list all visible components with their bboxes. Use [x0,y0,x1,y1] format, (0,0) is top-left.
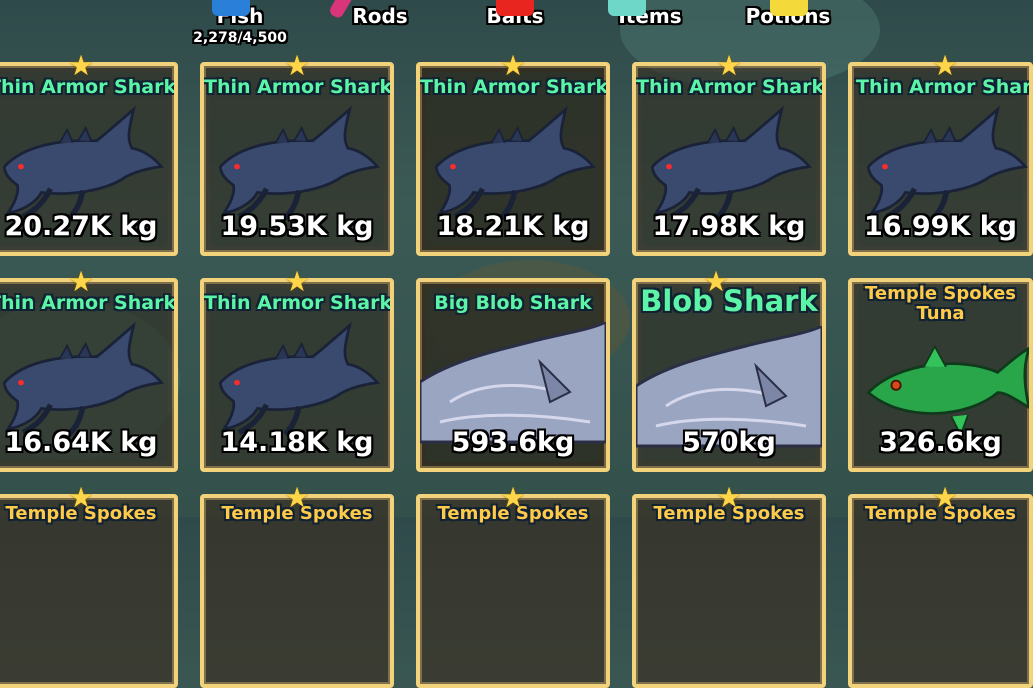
fish-weight: 593.6kg [451,427,575,458]
armor-shark-icon [0,102,174,222]
fish-name: Temple Spokes Tuna [864,283,1016,324]
fish-weight: 16.64K kg [4,427,158,458]
star-icon: ★ [68,481,94,514]
armor-shark-icon [204,102,390,222]
fish-weight: 18.21K kg [436,211,590,242]
fish-card[interactable]: Blob Shark 570kg [632,278,826,472]
rod-tab-icon [327,0,355,20]
fish-card[interactable]: Temple Spokes [200,494,394,688]
top-tab-bar: Fish 2,278/4,500 Rods Baits Items Potion… [0,0,1033,56]
armor-shark-icon [204,318,390,438]
fish-inventory-grid: Thin Armor Shark 20.27K kg ★ Thin Armor … [0,52,1033,688]
fish-weight: 17.98K kg [652,211,806,242]
fish-weight: 16.99K kg [863,211,1017,242]
tab-potions[interactable]: Potions [742,0,834,28]
bait-tab-icon [496,0,534,16]
tab-rods-label: Rods [352,4,408,28]
armor-shark-icon [636,102,822,222]
fish-card[interactable]: Thin Armor Shark 16.64K kg [0,278,178,472]
fish-weight: 326.6kg [879,427,1002,458]
armor-shark-icon [420,102,606,222]
star-icon: ★ [703,265,729,298]
star-icon: ★ [716,49,742,82]
star-icon: ★ [68,49,94,82]
fish-card[interactable]: Temple Spokes [0,494,178,688]
star-icon: ★ [500,49,526,82]
tab-items[interactable]: Items [608,0,688,28]
tab-baits[interactable]: Baits [478,0,552,28]
star-icon: ★ [500,481,526,514]
star-icon: ★ [284,481,310,514]
star-icon: ★ [68,265,94,298]
fish-card[interactable]: Temple Spokes [632,494,826,688]
fish-card[interactable]: Thin Armor Shark 14.18K kg [200,278,394,472]
fish-count: 2,278/4,500 [193,30,287,46]
fish-card[interactable]: Thin Armor Shark 17.98K kg [632,62,826,256]
star-icon: ★ [716,481,742,514]
star-icon: ★ [284,265,310,298]
fish-card[interactable]: Big Blob Shark 593.6kg [416,278,610,472]
armor-shark-icon [852,102,1033,222]
fish-card[interactable]: Temple Spokes [848,494,1033,688]
fish-weight: 570kg [682,427,776,458]
fish-card[interactable]: Temple Spokes Tuna 326.6kg [848,278,1033,472]
potion-tab-icon [770,0,808,16]
fish-name: Big Blob Shark [434,292,592,314]
fish-weight: 19.53K kg [220,211,374,242]
star-icon: ★ [932,481,958,514]
fish-card[interactable]: Thin Armor Shark 19.53K kg [200,62,394,256]
armor-shark-icon [0,318,174,438]
fish-weight: 20.27K kg [4,211,158,242]
fish-weight: 14.18K kg [220,427,374,458]
fish-card[interactable]: Temple Spokes [416,494,610,688]
star-icon: ★ [284,49,310,82]
fish-tab-icon [212,0,250,16]
tab-rods[interactable]: Rods [327,0,420,28]
star-icon: ★ [932,49,958,82]
fish-card[interactable]: Thin Armor Shar 16.99K kg [848,62,1033,256]
tab-fish[interactable]: Fish 2,278/4,500 [190,0,290,46]
items-tab-icon [608,0,646,16]
fish-card[interactable]: Thin Armor Shark 20.27K kg [0,62,178,256]
fish-card[interactable]: Thin Armor Shark 18.21K kg [416,62,610,256]
